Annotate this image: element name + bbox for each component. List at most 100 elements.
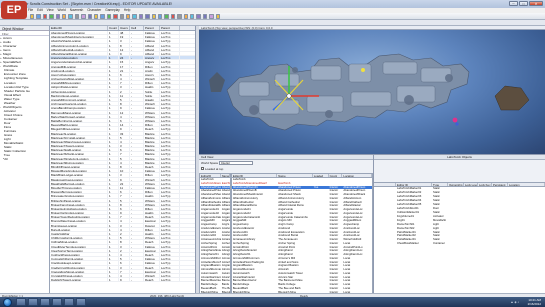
column-header[interactable]: Lock Level	[464, 183, 478, 187]
start-button[interactable]	[3, 297, 12, 307]
tree-item[interactable]: *All	[0, 157, 49, 161]
toolbar-button[interactable]	[196, 14, 201, 19]
toolbar-button[interactable]	[126, 14, 131, 19]
column-header[interactable]: Name	[221, 174, 230, 178]
toolbar-button[interactable]	[106, 14, 112, 19]
toolbar-button[interactable]	[94, 14, 99, 19]
table-cell: -	[130, 56, 144, 60]
clock-date: 2/16/2012	[527, 302, 541, 306]
column-header[interactable]: Editor ID	[396, 183, 432, 187]
table-cell: Solitu	[144, 89, 160, 93]
toolbar-button[interactable]	[132, 14, 137, 19]
toolbar-button[interactable]	[87, 14, 92, 19]
toolbar-button[interactable]	[74, 14, 80, 19]
toolbar-button[interactable]	[202, 14, 208, 19]
table-cell: -	[130, 72, 144, 77]
toolbar-button[interactable]	[81, 14, 86, 19]
toolbar-button[interactable]	[190, 14, 195, 19]
table-cell: AngasMillMineLocation	[50, 81, 108, 85]
close-button[interactable]: ✕	[529, 1, 543, 6]
toolbar-button[interactable]	[177, 14, 182, 19]
object-category-tree: Object Window Filter +Actors +Audio +Chara…	[0, 26, 50, 293]
column-header[interactable]: Location	[342, 174, 372, 178]
toolbar-button[interactable]	[138, 14, 144, 19]
toolbar-button[interactable]	[100, 14, 105, 19]
tray-icons[interactable]: ▲ ◈ ♪	[511, 300, 519, 304]
toolbar-button[interactable]	[42, 14, 48, 19]
table-cell: Angarv	[144, 60, 160, 64]
column-header[interactable]: EditorID	[200, 174, 221, 178]
table-cell: 1	[108, 252, 119, 257]
table-cell: 1	[108, 81, 119, 85]
table-cell: BlackreachLocation	[50, 131, 108, 135]
loaded-only-checkbox[interactable]	[201, 167, 204, 170]
column-header[interactable]: Location	[508, 183, 545, 187]
toolbar-button[interactable]	[113, 14, 118, 19]
render-window[interactable]	[199, 30, 545, 154]
table-cell: -	[130, 240, 144, 244]
column-header[interactable]: Parent	[144, 26, 160, 30]
table-cell: 1	[108, 106, 119, 110]
toolbar-button[interactable]	[164, 14, 169, 19]
taskbar-app-icon[interactable]	[28, 298, 38, 306]
toolbar-button[interactable]	[49, 14, 54, 19]
taskbar-app-icon[interactable]	[16, 298, 26, 306]
taskbar-app-icon[interactable]	[76, 298, 86, 306]
toolbar-button[interactable]	[145, 14, 150, 19]
taskbar-app-icon[interactable]	[40, 298, 50, 306]
table-cell: 1	[108, 56, 119, 60]
table-row[interactable]: DarklightTowerLocation 1 9- Reach LocTyp	[50, 278, 195, 283]
toolbar-button[interactable]	[30, 14, 35, 19]
toolbar-button[interactable]	[209, 14, 214, 19]
marker-icon[interactable]	[361, 68, 365, 72]
toolbar-button[interactable]	[68, 14, 73, 19]
table-cell: 1	[108, 278, 119, 282]
toolbar-button[interactable]	[183, 14, 188, 19]
column-header[interactable]: Count	[329, 174, 343, 178]
toolbar-button[interactable]	[151, 14, 156, 19]
table-cell: -	[130, 39, 144, 43]
marker-icon[interactable]	[455, 122, 459, 126]
column-header[interactable]: Cell	[130, 26, 144, 30]
column-header[interactable]: Lock Key	[478, 183, 492, 187]
toolbar-button[interactable]	[119, 14, 124, 19]
toolbar-button[interactable]	[55, 14, 60, 19]
table-cell: 1	[108, 223, 119, 227]
column-header[interactable]: Users	[119, 26, 130, 30]
table-cell: 33	[119, 131, 130, 135]
column-header[interactable]	[374, 183, 396, 187]
table-row[interactable]: ChestBossMarker Container	[374, 242, 545, 246]
column-header[interactable]: EditorID	[50, 26, 108, 30]
table-cell: BloodletThroneLocation	[50, 185, 108, 190]
table-cell: Falkrea	[144, 244, 160, 248]
table-cell: Alftand	[144, 43, 160, 47]
table-cell: 1	[108, 139, 119, 144]
table-cell: 8	[119, 240, 130, 244]
worldspace-dropdown[interactable]: Interior	[219, 160, 253, 165]
toolbar-button[interactable]	[36, 14, 41, 19]
table-cell: Blackre	[144, 135, 160, 139]
column-header[interactable]: Type	[432, 183, 448, 187]
table-cell: -	[130, 169, 144, 173]
column-header[interactable]: Loaded	[313, 174, 329, 178]
column-header[interactable]: Count	[108, 26, 119, 30]
minimize-button[interactable]: ─	[509, 1, 518, 6]
taskbar-clock[interactable]: 10:21 AM 2/16/2012	[528, 298, 541, 306]
table-cell: LocTyp	[160, 173, 180, 177]
column-header[interactable]: Name	[277, 174, 313, 178]
toolbar-button[interactable]	[215, 14, 220, 19]
cell-list: EditorIDName LabsTombLabsTombAbandonedDw…	[199, 173, 231, 293]
marker-icon[interactable]	[452, 117, 458, 123]
toolbar-button[interactable]	[158, 14, 163, 19]
column-header[interactable]: Ownership	[448, 183, 464, 187]
column-header[interactable]: EditorID	[232, 174, 278, 178]
column-header[interactable]: Persistent	[492, 183, 508, 187]
table-cell: -	[130, 269, 144, 273]
taskbar-app-icon[interactable]	[64, 298, 74, 306]
table-cell: AlftandCathedralLocation	[50, 47, 108, 51]
taskbar-app-icon[interactable]	[52, 298, 62, 306]
column-header[interactable]: Parent	[160, 26, 180, 30]
maximize-button[interactable]: □	[519, 1, 528, 6]
toolbar-button[interactable]	[170, 14, 176, 19]
toolbar-button[interactable]	[62, 14, 67, 19]
